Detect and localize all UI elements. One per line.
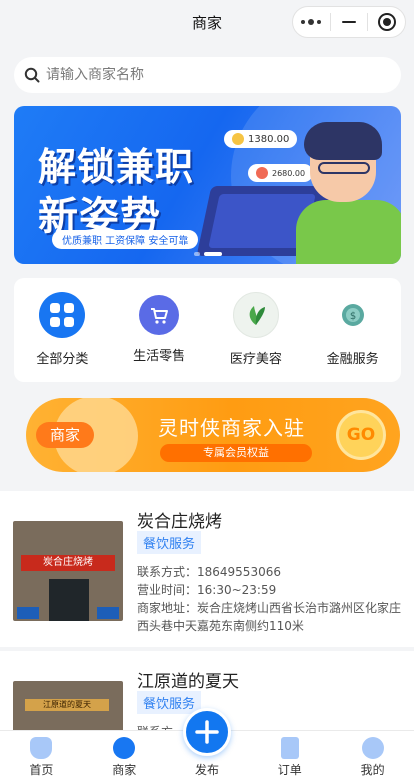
tab-merchant[interactable]: 商家 [83, 731, 166, 780]
profile-icon [361, 737, 384, 759]
merchant-photo: 炭合庄烧烤 [13, 521, 123, 621]
svg-text:$: $ [349, 311, 355, 322]
tab-label: 我的 [360, 763, 385, 777]
search-icon [24, 67, 40, 83]
join-title: 灵时侠商家入驻 [158, 416, 305, 440]
heart-icon [256, 167, 268, 179]
home-icon [30, 737, 53, 759]
merchant-name: 炭合庄烧烤 [137, 512, 222, 532]
merchant-category-badge: 餐饮服务 [137, 691, 202, 714]
category-label: 医疗美容 [229, 352, 282, 367]
merchant-join-banner[interactable]: 商家 灵时侠商家入驻 专属会员权益 GO [26, 398, 400, 472]
minimize-button[interactable] [331, 7, 368, 37]
plus-icon [195, 720, 219, 744]
target-icon [377, 13, 396, 31]
category-label: 生活零售 [133, 349, 186, 364]
leaf-icon [232, 292, 279, 338]
banner-heart-bubble: 2680.00 [248, 164, 314, 182]
order-icon [280, 737, 299, 759]
category-label: 金融服务 [326, 352, 379, 367]
go-button[interactable]: GO [336, 410, 386, 460]
more-button[interactable] [293, 7, 330, 37]
merchant-address: 商家地址：炭合庄烧烤山西省长治市潞州区化家庄西头巷中天嘉苑东南侧约110米 [137, 601, 402, 633]
banner-tagline: 优质兼职 工资保障 安全可靠 [52, 230, 199, 249]
tab-label: 发布 [194, 763, 219, 777]
banner-heart-amount: 2680.00 [272, 168, 306, 178]
tab-label: 商家 [112, 763, 137, 777]
banner-pagination [14, 252, 401, 256]
merchant-card[interactable]: 炭合庄烧烤 炭合庄烧烤 餐饮服务 联系方式：18649553066 营业时间：1… [0, 491, 414, 651]
search-bar[interactable] [14, 57, 401, 93]
category-grid: 全部分类 生活零售 医疗美容 $ 金融服务 [14, 278, 401, 382]
banner-coin-bubble: 1380.00 [224, 130, 298, 148]
merchant-hours: 营业时间：16:30~23:59 [137, 583, 277, 597]
search-input[interactable] [46, 67, 366, 83]
tab-label: 订单 [277, 763, 302, 777]
category-medical[interactable]: 医疗美容 [211, 292, 301, 367]
merchant-category-badge: 餐饮服务 [137, 531, 202, 554]
minus-icon [342, 21, 356, 23]
miniprogram-capsule [292, 6, 406, 38]
join-subtitle: 专属会员权益 [160, 444, 312, 462]
storefront-sign: 江原道的夏天 [25, 699, 109, 711]
cart-icon [139, 295, 180, 335]
promo-banner[interactable]: 解锁兼职 新姿势 优质兼职 工资保障 安全可靠 1380.00 2680.00 [14, 106, 401, 264]
coin-icon: $ [329, 292, 376, 338]
category-finance[interactable]: $ 金融服务 [308, 292, 398, 367]
category-label: 全部分类 [36, 352, 89, 367]
more-dots-icon [301, 19, 322, 25]
merchant-contact: 联系方式：18649553066 [137, 565, 281, 579]
category-all[interactable]: 全部分类 [17, 292, 107, 367]
tab-orders[interactable]: 订单 [248, 731, 331, 780]
merchant-name: 江原道的夏天 [137, 672, 239, 692]
category-retail[interactable]: 生活零售 [114, 292, 204, 364]
merchant-list: 炭合庄烧烤 炭合庄烧烤 餐饮服务 联系方式：18649553066 营业时间：1… [0, 491, 414, 741]
tab-profile[interactable]: 我的 [331, 731, 414, 780]
close-button[interactable] [368, 7, 405, 37]
coin-icon [232, 133, 244, 145]
merchant-tag: 商家 [36, 422, 94, 448]
publish-button[interactable] [183, 708, 231, 756]
tab-label: 首页 [29, 763, 54, 777]
tab-home[interactable]: 首页 [0, 731, 83, 780]
banner-headline-1: 解锁兼职 [38, 145, 195, 189]
grid-icon [39, 292, 86, 338]
banner-coin-amount: 1380.00 [248, 133, 290, 145]
merchant-info: 联系方式：18649553066 营业时间：16:30~23:59 商家地址：炭… [137, 563, 405, 635]
storefront-sign: 炭合庄烧烤 [21, 555, 115, 571]
store-icon [113, 737, 136, 759]
nav-bar: 商家 [0, 0, 414, 44]
